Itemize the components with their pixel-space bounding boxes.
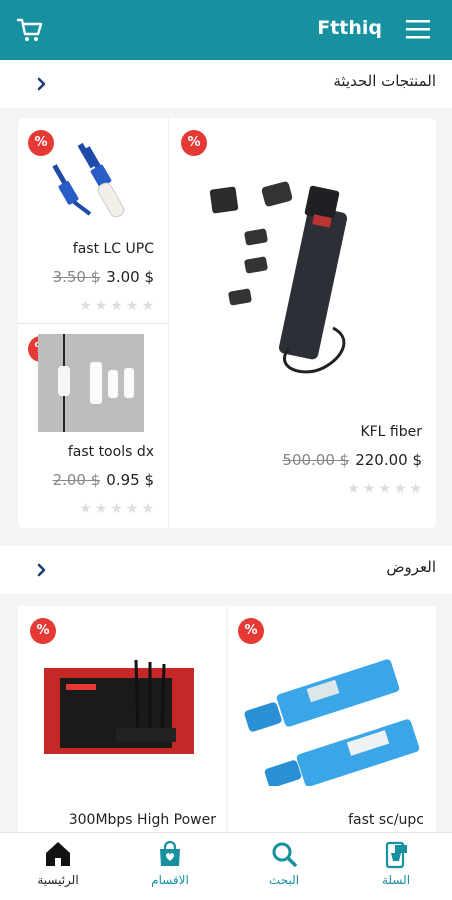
product-price-row: 500.00 $ 220.00 $	[282, 451, 422, 469]
old-price: 500.00 $	[282, 451, 350, 469]
star-icon: ★	[409, 481, 422, 497]
shopping-bag-icon	[160, 840, 180, 866]
offer-card-fast-sc-upc[interactable]: % fast sc/upc	[228, 606, 436, 836]
old-price: 2.00 $	[52, 471, 101, 489]
new-products-grid: % fast LC UPC 3.50 $3.00 $ ★★★★★ %	[18, 118, 436, 528]
star-icon: ★	[125, 298, 139, 314]
nav-categories-label: الاقسام	[151, 873, 189, 887]
nav-cart[interactable]: السلة	[346, 839, 446, 895]
nav-home[interactable]: الرئيسية	[8, 839, 108, 895]
app-header: Ftthiq	[0, 0, 452, 60]
product-name: fast LC UPC	[72, 241, 154, 257]
current-price: 220.00 $	[355, 451, 422, 469]
nav-cart-label: السلة	[381, 873, 411, 887]
cart-phone-icon	[385, 841, 407, 869]
new-products-title: المنتجات الحديثة	[333, 72, 436, 90]
nav-search-label: البحث	[268, 873, 300, 887]
search-icon	[272, 842, 297, 867]
star-icon: ★	[94, 501, 108, 517]
product-image	[209, 181, 348, 374]
star-icon: ★	[347, 481, 360, 497]
product-image	[38, 334, 144, 432]
star-icon: ★	[110, 501, 123, 517]
star-icon: ★	[141, 501, 154, 517]
star-rating: ★ ★ ★ ★ ★	[76, 498, 154, 517]
product-name: fast tools dx	[67, 444, 154, 460]
product-card-kfl-fiber[interactable]: % KFL fiber 500.00 $220.00 $ ★ ★ ★ ★ ★	[169, 118, 436, 528]
star-icon: ★	[378, 481, 391, 497]
offer-card-router[interactable]: % 300Mbps High Power	[18, 606, 226, 836]
star-icon: ★	[125, 501, 139, 517]
star-icon: ★	[362, 481, 376, 497]
star-icon: ★	[393, 481, 407, 497]
product-name: 300Mbps High Power	[68, 812, 216, 828]
star-icon: ★	[94, 298, 108, 314]
product-name: fast sc/upc	[348, 812, 424, 828]
star-rating: ★ ★ ★ ★ ★	[76, 295, 154, 314]
bottom-navigation: الرئيسية الاقسام البحث السلة	[0, 832, 452, 900]
current-price: 0.95 $	[106, 471, 154, 489]
product-price-row: 2.00 $ 0.95 $	[53, 471, 154, 489]
new-products-header: المنتجات الحديثة	[0, 60, 452, 108]
discount-badge: %	[30, 618, 56, 644]
product-name: KFL fiber	[360, 424, 422, 440]
old-price: 3.50 $	[52, 268, 101, 286]
star-icon: ★	[79, 501, 92, 517]
product-price-row: 3.50 $ 3.00 $	[53, 268, 154, 286]
cart-icon[interactable]	[16, 16, 44, 44]
product-image	[44, 659, 194, 754]
star-icon: ★	[110, 298, 123, 314]
nav-search[interactable]: البحث	[234, 839, 334, 895]
current-price: 3.00 $	[106, 268, 154, 286]
nav-home-label: الرئيسية	[37, 873, 79, 887]
star-icon: ★	[79, 298, 92, 314]
star-icon: ★	[141, 298, 154, 314]
product-card-fast-lc-upc[interactable]: % fast LC UPC 3.50 $3.00 $ ★ ★ ★ ★ ★	[18, 118, 168, 323]
nav-categories[interactable]: الاقسام	[120, 839, 220, 895]
chevron-right-icon[interactable]	[30, 72, 54, 96]
star-rating: ★ ★ ★ ★ ★	[344, 478, 422, 497]
hamburger-menu-icon[interactable]	[406, 18, 430, 40]
offers-header: العروض	[0, 546, 452, 594]
discount-badge: %	[181, 130, 207, 156]
app-title: Ftthiq	[317, 17, 382, 39]
product-image	[52, 142, 125, 218]
product-card-fast-tools-dx[interactable]: % fast tools dx 2.00 $0.95 $ ★★★★★	[18, 324, 168, 528]
chevron-right-icon[interactable]	[30, 558, 54, 582]
offers-title: العروض	[386, 558, 436, 576]
home-icon	[46, 842, 70, 866]
product-image	[244, 659, 420, 786]
